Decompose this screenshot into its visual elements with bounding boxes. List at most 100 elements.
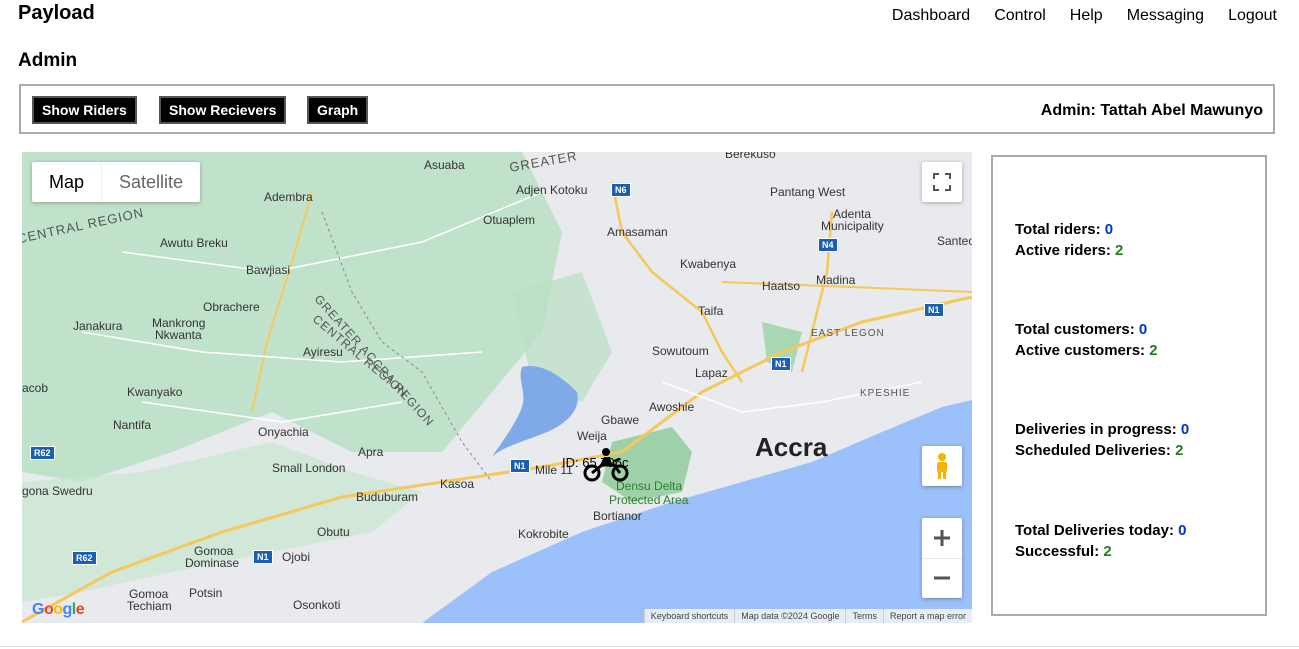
- map-label-bawjiasi: Bawjiasi: [246, 263, 291, 277]
- customers-stats: Total customers: 0 Active customers: 2: [1015, 319, 1158, 361]
- active-customers-label: Active customers:: [1015, 342, 1146, 359]
- map-label-nkwanta: Nkwanta: [155, 328, 202, 342]
- map-type-satellite-button[interactable]: Satellite: [101, 162, 200, 202]
- map-label-onyachia: Onyachia: [258, 425, 309, 439]
- keyboard-shortcuts-link[interactable]: Keyboard shortcuts: [643, 609, 735, 623]
- map-label-awoshie: Awoshie: [649, 400, 695, 414]
- graph-button[interactable]: Graph: [307, 96, 369, 124]
- map-label-asuaba: Asuaba: [424, 158, 465, 172]
- deliveries-in-progress-label: Deliveries in progress:: [1015, 421, 1177, 438]
- map-label-techiam: Techiam: [127, 599, 172, 613]
- fullscreen-icon: [933, 173, 951, 191]
- scheduled-deliveries-value: 2: [1175, 442, 1184, 459]
- map-label-gona-swedru: gona Swedru: [22, 484, 93, 498]
- map-label-apra: Apra: [358, 445, 384, 459]
- total-riders-label: Total riders:: [1015, 221, 1101, 238]
- map-label-adjen-kotoku: Adjen Kotoku: [516, 183, 588, 197]
- zoom-out-button[interactable]: [922, 559, 962, 599]
- nav-dashboard[interactable]: Dashboard: [892, 7, 970, 25]
- map-view[interactable]: Asuaba GREATER Berekuso Adjen Kotoku Pan…: [22, 152, 972, 623]
- pegman-icon: [937, 453, 947, 479]
- map-label-small-london: Small London: [272, 461, 346, 475]
- zoom-control: [922, 518, 962, 598]
- map-label-kasoa: Kasoa: [440, 477, 475, 491]
- total-deliveries-today-label: Total Deliveries today:: [1015, 522, 1174, 539]
- map-label-east-legon: EAST LEGON: [811, 328, 885, 339]
- show-riders-button[interactable]: Show Riders: [32, 96, 137, 124]
- map-type-control: Map Satellite: [32, 162, 201, 202]
- map-label-dominase: Dominase: [185, 556, 240, 570]
- zoom-in-button[interactable]: [922, 518, 962, 559]
- map-data-text: Map data ©2024 Google: [734, 609, 845, 623]
- map-label-accra: Accra: [755, 432, 828, 462]
- map-label-municipality: Municipality: [821, 219, 884, 233]
- plus-icon: [934, 529, 950, 546]
- motorbike-rider-icon[interactable]: [582, 447, 630, 483]
- fullscreen-button[interactable]: [922, 162, 962, 202]
- active-riders-label: Active riders:: [1015, 242, 1111, 259]
- street-view-pegman[interactable]: [922, 446, 962, 486]
- google-logo[interactable]: Google: [32, 601, 85, 619]
- active-riders-value: 2: [1115, 242, 1124, 259]
- road-shield-r62-b: R62: [72, 551, 97, 565]
- map-label-kwanyako: Kwanyako: [127, 385, 183, 399]
- app-brand[interactable]: Payload: [18, 2, 95, 25]
- total-customers-label: Total customers:: [1015, 321, 1135, 338]
- map-label-acob: acob: [22, 381, 49, 395]
- nav-logout[interactable]: Logout: [1228, 7, 1277, 25]
- admin-toolbar: Show Riders Show Recievers Graph Admin: …: [19, 84, 1275, 134]
- map-type-map-button[interactable]: Map: [32, 162, 101, 202]
- map-label-madina: Madina: [816, 273, 856, 287]
- active-customers-value: 2: [1149, 342, 1158, 359]
- road-shield-n4: N4: [818, 238, 838, 252]
- map-label-protected-area: Protected Area: [609, 493, 689, 507]
- map-label-potsin: Potsin: [189, 586, 223, 600]
- minus-icon: [934, 576, 950, 580]
- road-shield-n1-c: N1: [510, 459, 530, 473]
- deliveries-stats: Deliveries in progress: 0 Scheduled Deli…: [1015, 419, 1189, 461]
- nav-help[interactable]: Help: [1070, 7, 1103, 25]
- map-label-adembra: Adembra: [264, 190, 313, 204]
- map-label-kpeshie: KPESHIE: [860, 388, 911, 399]
- stats-panel: Total riders: 0 Active riders: 2 Total c…: [991, 155, 1267, 616]
- total-riders-value: 0: [1104, 221, 1114, 238]
- map-label-berekuso: Berekuso: [725, 152, 776, 161]
- map-label-haatso: Haatso: [762, 279, 801, 293]
- total-deliveries-today-value: 0: [1178, 522, 1187, 539]
- map-label-weija: Weija: [577, 429, 607, 443]
- map-label-ojobi: Ojobi: [282, 550, 311, 564]
- terms-link[interactable]: Terms: [845, 609, 883, 623]
- map-label-janakura: Janakura: [73, 319, 123, 333]
- map-label-obrachere: Obrachere: [203, 300, 260, 314]
- map-label-kokrobite: Kokrobite: [518, 527, 569, 541]
- road-shield-n1-a: N1: [924, 303, 944, 317]
- show-receivers-button[interactable]: Show Recievers: [159, 96, 287, 124]
- successful-label: Successful:: [1015, 543, 1100, 560]
- total-customers-value: 0: [1138, 321, 1148, 338]
- riders-stats: Total riders: 0 Active riders: 2: [1015, 219, 1123, 261]
- map-label-ayiresu: Ayiresu: [303, 345, 343, 359]
- map-label-amasaman: Amasaman: [607, 225, 668, 239]
- map-label-taifa: Taifa: [698, 304, 724, 318]
- map-label-obutu: Obutu: [317, 525, 350, 539]
- map-label-bortianor: Bortianor: [593, 509, 642, 523]
- map-label-awutu-breku: Awutu Breku: [160, 236, 228, 250]
- map-label-santeo: Santeo: [937, 234, 972, 248]
- map-label-nantifa: Nantifa: [113, 418, 152, 432]
- bottom-divider: [0, 646, 1299, 647]
- map-label-gbawe: Gbawe: [601, 413, 640, 427]
- map-label-buduburam: Buduburam: [356, 490, 419, 504]
- report-map-error-link[interactable]: Report a map error: [882, 609, 972, 623]
- nav-control[interactable]: Control: [994, 7, 1046, 25]
- map-attribution: Keyboard shortcuts Map data ©2024 Google…: [643, 609, 972, 623]
- scheduled-deliveries-label: Scheduled Deliveries:: [1015, 442, 1171, 459]
- successful-value: 2: [1103, 543, 1112, 560]
- road-shield-n1-b: N1: [771, 357, 791, 371]
- map-label-osonkoti: Osonkoti: [293, 598, 341, 612]
- nav-messaging[interactable]: Messaging: [1127, 7, 1204, 25]
- map-label-lapaz: Lapaz: [695, 366, 728, 380]
- road-shield-n6: N6: [611, 183, 631, 197]
- map-label-sowutoum: Sowutoum: [652, 344, 709, 358]
- map-label-pantang-west: Pantang West: [770, 185, 846, 199]
- top-nav: Dashboard Control Help Messaging Logout: [892, 7, 1277, 25]
